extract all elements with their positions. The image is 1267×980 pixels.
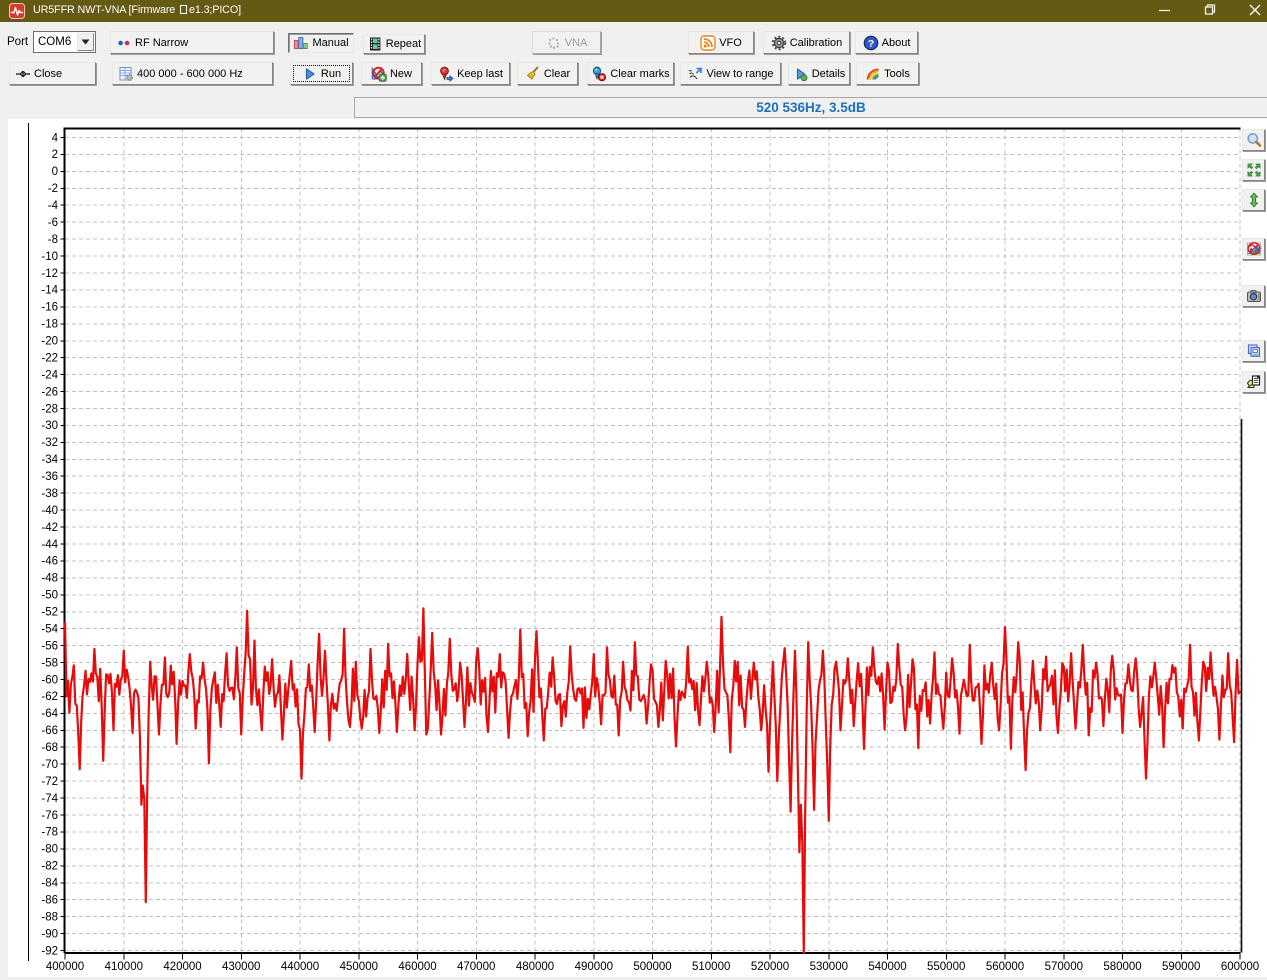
svg-text:-70: -70: [41, 759, 58, 771]
svg-text:440000: 440000: [281, 961, 319, 973]
svg-text:-62: -62: [41, 691, 58, 703]
svg-text:-74: -74: [41, 793, 58, 805]
svg-text:-52: -52: [41, 607, 58, 619]
svg-text:-42: -42: [41, 522, 58, 534]
svg-text:470000: 470000: [457, 961, 495, 973]
svg-text:0: 0: [52, 166, 58, 178]
svg-text:-60: -60: [41, 674, 58, 686]
svg-text:590000: 590000: [1162, 961, 1200, 973]
svg-text:-8: -8: [48, 234, 58, 246]
svg-text:-72: -72: [41, 776, 58, 788]
svg-text:-4: -4: [48, 200, 59, 212]
svg-text:430000: 430000: [222, 961, 260, 973]
svg-text:-34: -34: [41, 454, 58, 466]
svg-text:-10: -10: [41, 251, 58, 263]
svg-text:400000: 400000: [46, 961, 84, 973]
svg-text:-48: -48: [41, 573, 58, 585]
svg-text:-20: -20: [41, 336, 58, 348]
svg-text:-88: -88: [41, 911, 58, 923]
svg-text:460000: 460000: [398, 961, 436, 973]
svg-text:-44: -44: [41, 539, 58, 551]
svg-text:?: ?: [867, 38, 873, 50]
svg-text:-64: -64: [41, 708, 58, 720]
svg-text:-16: -16: [41, 302, 58, 314]
svg-text:-68: -68: [41, 742, 58, 754]
svg-text:-46: -46: [41, 556, 58, 568]
svg-text:-50: -50: [41, 590, 58, 602]
svg-text:510000: 510000: [692, 961, 730, 973]
svg-text:-80: -80: [41, 844, 58, 856]
svg-text:2: 2: [52, 149, 58, 161]
svg-text:4: 4: [52, 132, 59, 144]
svg-text:550000: 550000: [927, 961, 965, 973]
svg-text:530000: 530000: [810, 961, 848, 973]
svg-text:540000: 540000: [868, 961, 906, 973]
svg-text:-30: -30: [41, 420, 58, 432]
svg-text:500000: 500000: [633, 961, 671, 973]
svg-text:-66: -66: [41, 725, 58, 737]
svg-text:420000: 420000: [163, 961, 201, 973]
svg-text:-90: -90: [41, 928, 58, 940]
svg-text:-40: -40: [41, 505, 58, 517]
svg-text:-2: -2: [48, 183, 58, 195]
svg-text:600000: 600000: [1221, 961, 1259, 973]
svg-text:-6: -6: [48, 217, 58, 229]
svg-text:560000: 560000: [986, 961, 1024, 973]
svg-text:-38: -38: [41, 488, 58, 500]
svg-text:450000: 450000: [340, 961, 378, 973]
svg-text:-76: -76: [41, 810, 58, 822]
svg-text:570000: 570000: [1045, 961, 1083, 973]
svg-text:-24: -24: [41, 369, 58, 381]
svg-text:-26: -26: [41, 386, 58, 398]
svg-text:-78: -78: [41, 827, 58, 839]
svg-text:-32: -32: [41, 437, 58, 449]
svg-text:-54: -54: [41, 624, 58, 636]
svg-text:-36: -36: [41, 471, 58, 483]
svg-text:-28: -28: [41, 403, 58, 415]
svg-text:-18: -18: [41, 319, 58, 331]
svg-text:-12: -12: [41, 268, 58, 280]
svg-text:410000: 410000: [105, 961, 143, 973]
svg-text:580000: 580000: [1103, 961, 1141, 973]
svg-text:480000: 480000: [516, 961, 554, 973]
svg-text:520000: 520000: [751, 961, 789, 973]
svg-text:-58: -58: [41, 657, 58, 669]
svg-text:-92: -92: [41, 945, 58, 957]
svg-text:-82: -82: [41, 861, 58, 873]
svg-text:-84: -84: [41, 878, 58, 890]
svg-text:490000: 490000: [575, 961, 613, 973]
svg-text:-22: -22: [41, 353, 58, 365]
svg-text:-86: -86: [41, 895, 58, 907]
svg-text:-56: -56: [41, 640, 58, 652]
svg-text:-14: -14: [41, 285, 58, 297]
